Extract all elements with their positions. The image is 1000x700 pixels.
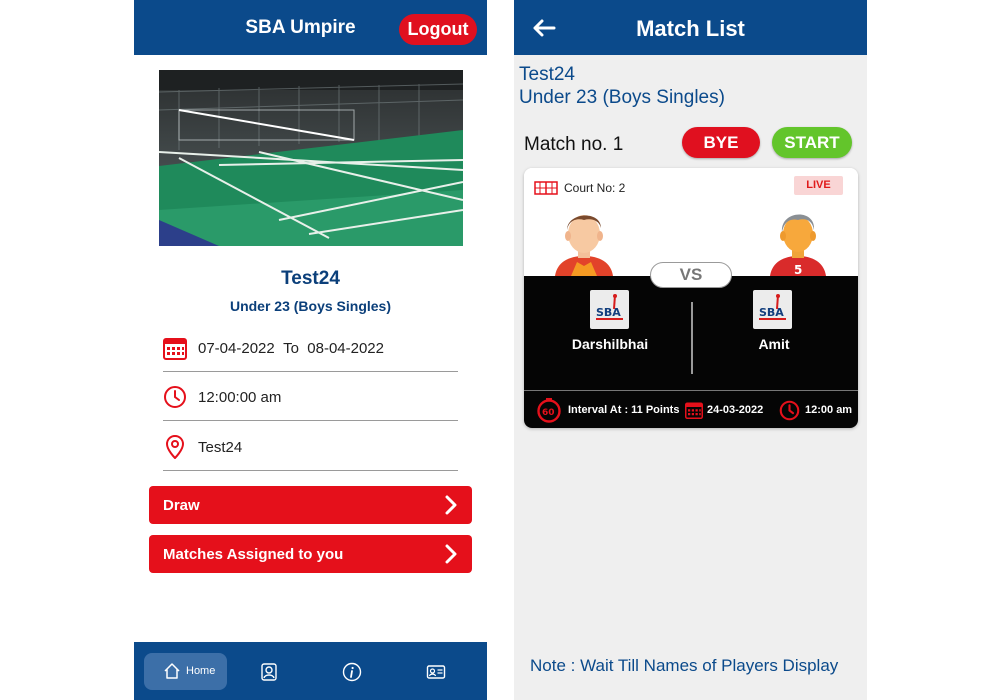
interval-timer-icon: 60 [537,398,561,423]
match-info-footer: 60 Interval At : 11 Points 24-03-2022 12… [524,390,858,428]
draw-label: Draw [163,497,200,514]
bottom-navigation: Home [134,642,487,700]
date-row: 07-04-2022 To 08-04-2022 [163,332,458,372]
draw-button[interactable]: Draw [149,486,472,524]
card-header: Court No: 2 LIVE 5 [524,168,858,276]
svg-text:5: 5 [794,263,802,276]
interval-badge-text: 60 [542,408,555,418]
match-date: 24-03-2022 [707,404,764,416]
court-number: Court No: 2 [564,181,626,195]
interval-info: Interval At : 11 Points [568,404,680,416]
bye-button[interactable]: BYE [682,127,760,158]
player2-name: Amit [758,336,790,352]
to-label: To [283,340,299,357]
info-icon[interactable] [342,662,362,682]
profile-card-icon[interactable] [259,662,279,682]
event-category: Under 23 (Boys Singles) [229,298,392,314]
player-divider [691,302,693,374]
player1-avatar [555,215,613,276]
page-title: Match List [636,16,745,41]
event-time: 12:00:00 am [198,389,282,406]
event-detail-screen: SBA Umpire Logout Test24 Under 23 (Boys … [134,0,487,700]
match-list-screen: Match List Test24 Under 23 (Boys Singles… [514,0,867,700]
player1-name: Darshilbhai [571,336,649,352]
venue-name: Test24 [198,439,243,456]
event-name: Test24 [281,268,340,289]
player1-club-logo: SBA [590,290,629,329]
event-category: Under 23 (Boys Singles) [519,87,725,108]
nav-home-label: Home [186,665,216,677]
chevron-right-icon [445,495,457,515]
logout-button[interactable]: Logout [399,14,477,45]
chevron-right-icon [445,544,457,564]
event-name: Test24 [519,64,575,85]
player2-avatar: 5 [770,214,826,276]
date-range: 07-04-2022 To 08-04-2022 [198,340,384,357]
info-note: Note : Wait Till Names of Players Displa… [530,656,839,675]
top-app-bar: SBA Umpire Logout [134,0,487,55]
clock-icon [779,400,800,421]
home-icon [164,663,180,679]
matches-assigned-label: Matches Assigned to you [163,546,344,563]
matches-assigned-button[interactable]: Matches Assigned to you [149,535,472,573]
match-number: Match no. 1 [524,134,624,155]
end-date: 08-04-2022 [307,340,384,357]
match-card[interactable]: Court No: 2 LIVE 5 VS SBA SBA Darshilbha… [524,168,858,428]
start-date: 07-04-2022 [198,340,275,357]
location-pin-icon [165,435,185,459]
player2-club-logo: SBA [753,290,792,329]
player2-logo-text: SBA [759,306,784,319]
start-button[interactable]: START [772,127,852,158]
versus-label: VS [650,262,732,288]
venue-row: Test24 [163,431,458,471]
court-icon [534,181,558,195]
match-time: 12:00 am [805,404,853,416]
top-app-bar: Match List [514,0,867,55]
clock-icon [164,386,186,408]
player1-logo-text: SBA [596,306,621,319]
nav-home-tab[interactable]: Home [144,653,227,690]
calendar-icon [163,338,187,360]
live-status-badge: LIVE [794,176,843,195]
calendar-icon [685,402,703,419]
court-photo [159,70,463,246]
id-card-icon[interactable] [426,662,446,682]
time-row: 12:00:00 am [163,381,458,421]
